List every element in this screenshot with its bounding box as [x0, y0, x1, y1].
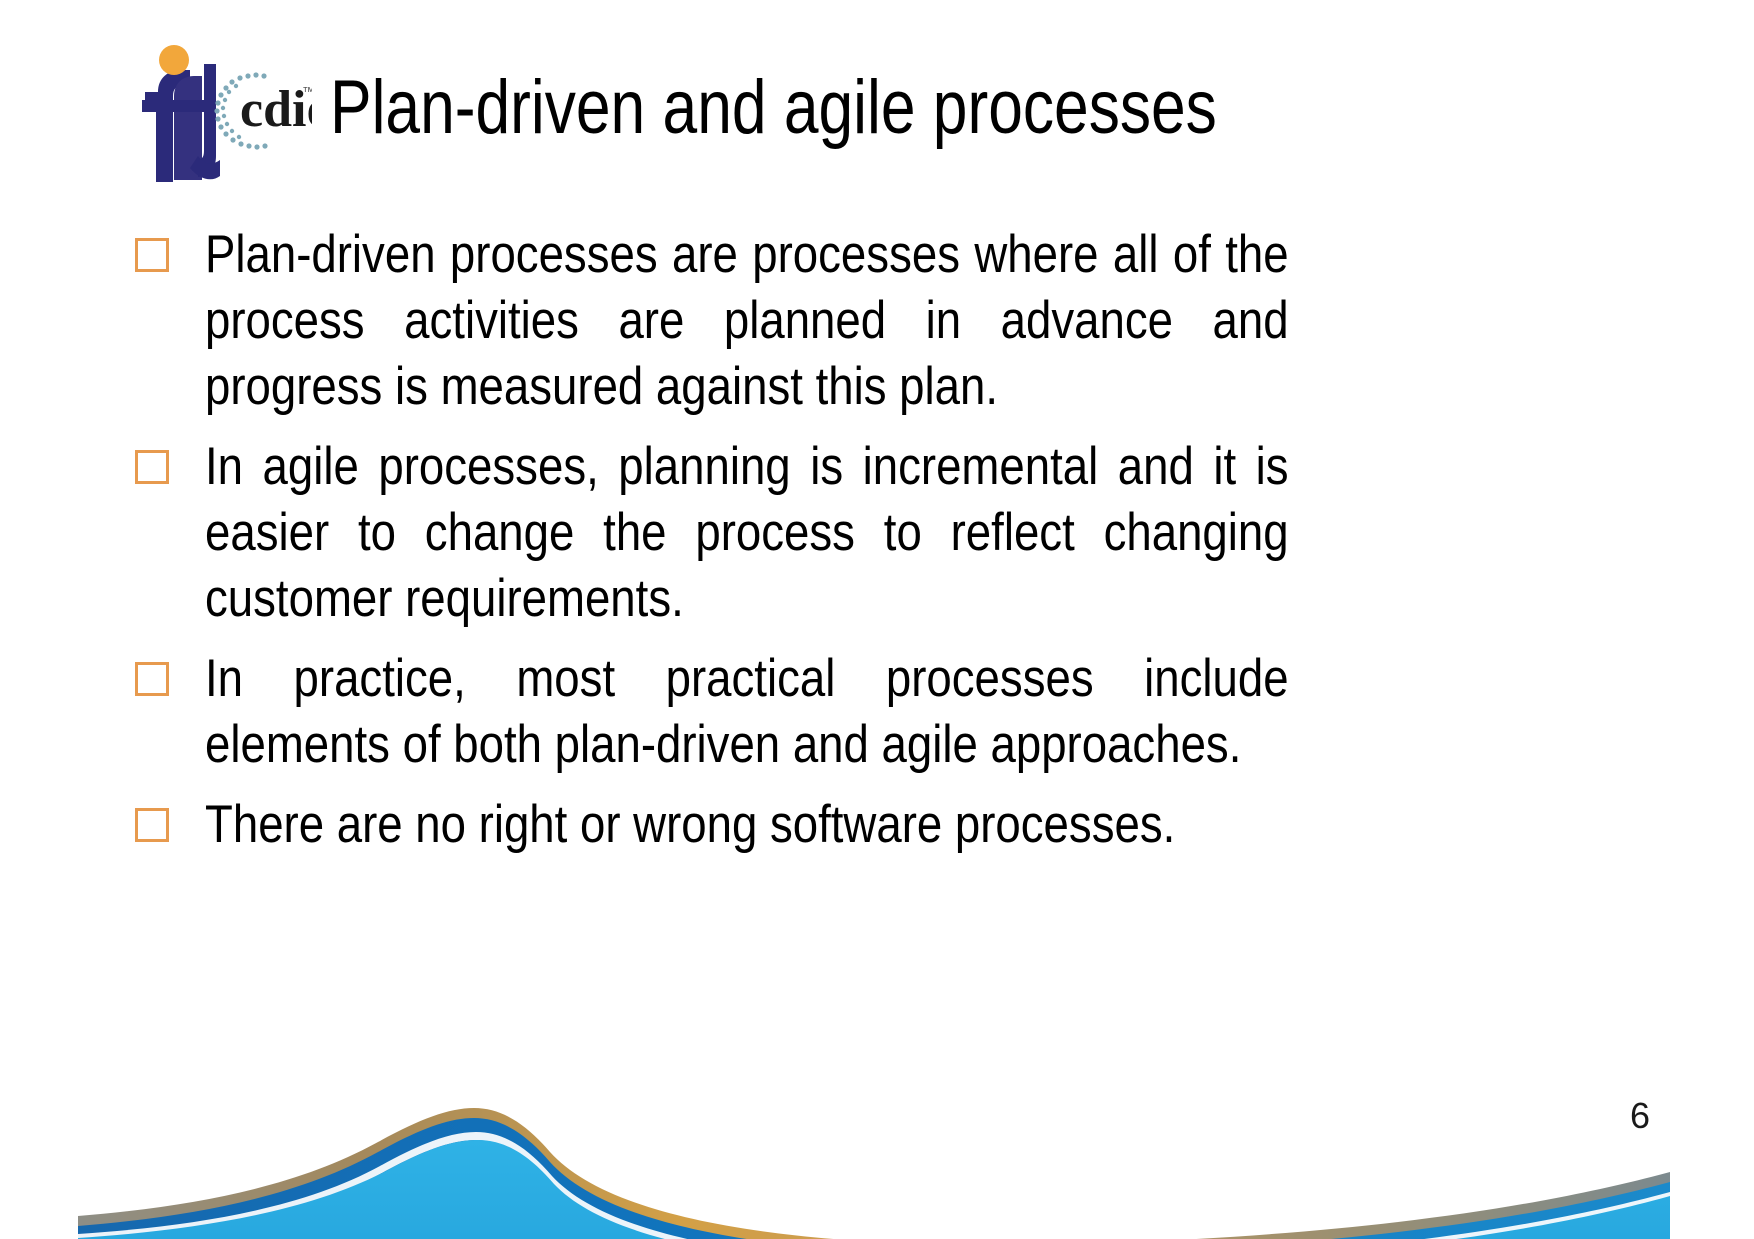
list-item: Plan-driven processes are processes wher… — [135, 222, 1465, 420]
square-bullet-icon — [135, 662, 169, 696]
wave-dots — [1299, 1170, 1419, 1211]
bottom-wave-graphic — [78, 1020, 1670, 1239]
list-item: There are no right or wrong software pro… — [135, 792, 1465, 858]
list-item-text: In agile processes, planning is incremen… — [205, 437, 1289, 628]
bullet-list: Plan-driven processes are processes wher… — [135, 222, 1465, 872]
wave-dot-small — [1407, 1170, 1419, 1182]
list-item: In agile processes, planning is incremen… — [135, 434, 1465, 632]
square-bullet-icon — [135, 808, 169, 842]
cdio-logo: cdio ™ — [112, 30, 312, 195]
list-item-text: In practice, most practical processes in… — [205, 649, 1289, 774]
slide-canvas: cdio ™ Plan-driven and agile processes P… — [0, 0, 1754, 1239]
square-bullet-icon — [135, 238, 169, 272]
list-item-text: Plan-driven processes are processes wher… — [205, 225, 1289, 416]
list-item-text: There are no right or wrong software pro… — [205, 795, 1176, 854]
logo-head-dot-icon — [159, 45, 189, 75]
list-item: In practice, most practical processes in… — [135, 646, 1465, 778]
wave-dot-large — [1299, 1177, 1333, 1211]
svg-text:™: ™ — [302, 84, 312, 99]
wave-dot-medium — [1360, 1173, 1382, 1195]
logo-figure-icon — [142, 45, 220, 182]
square-bullet-icon — [135, 450, 169, 484]
page-title: Plan-driven and agile processes — [330, 65, 1217, 150]
